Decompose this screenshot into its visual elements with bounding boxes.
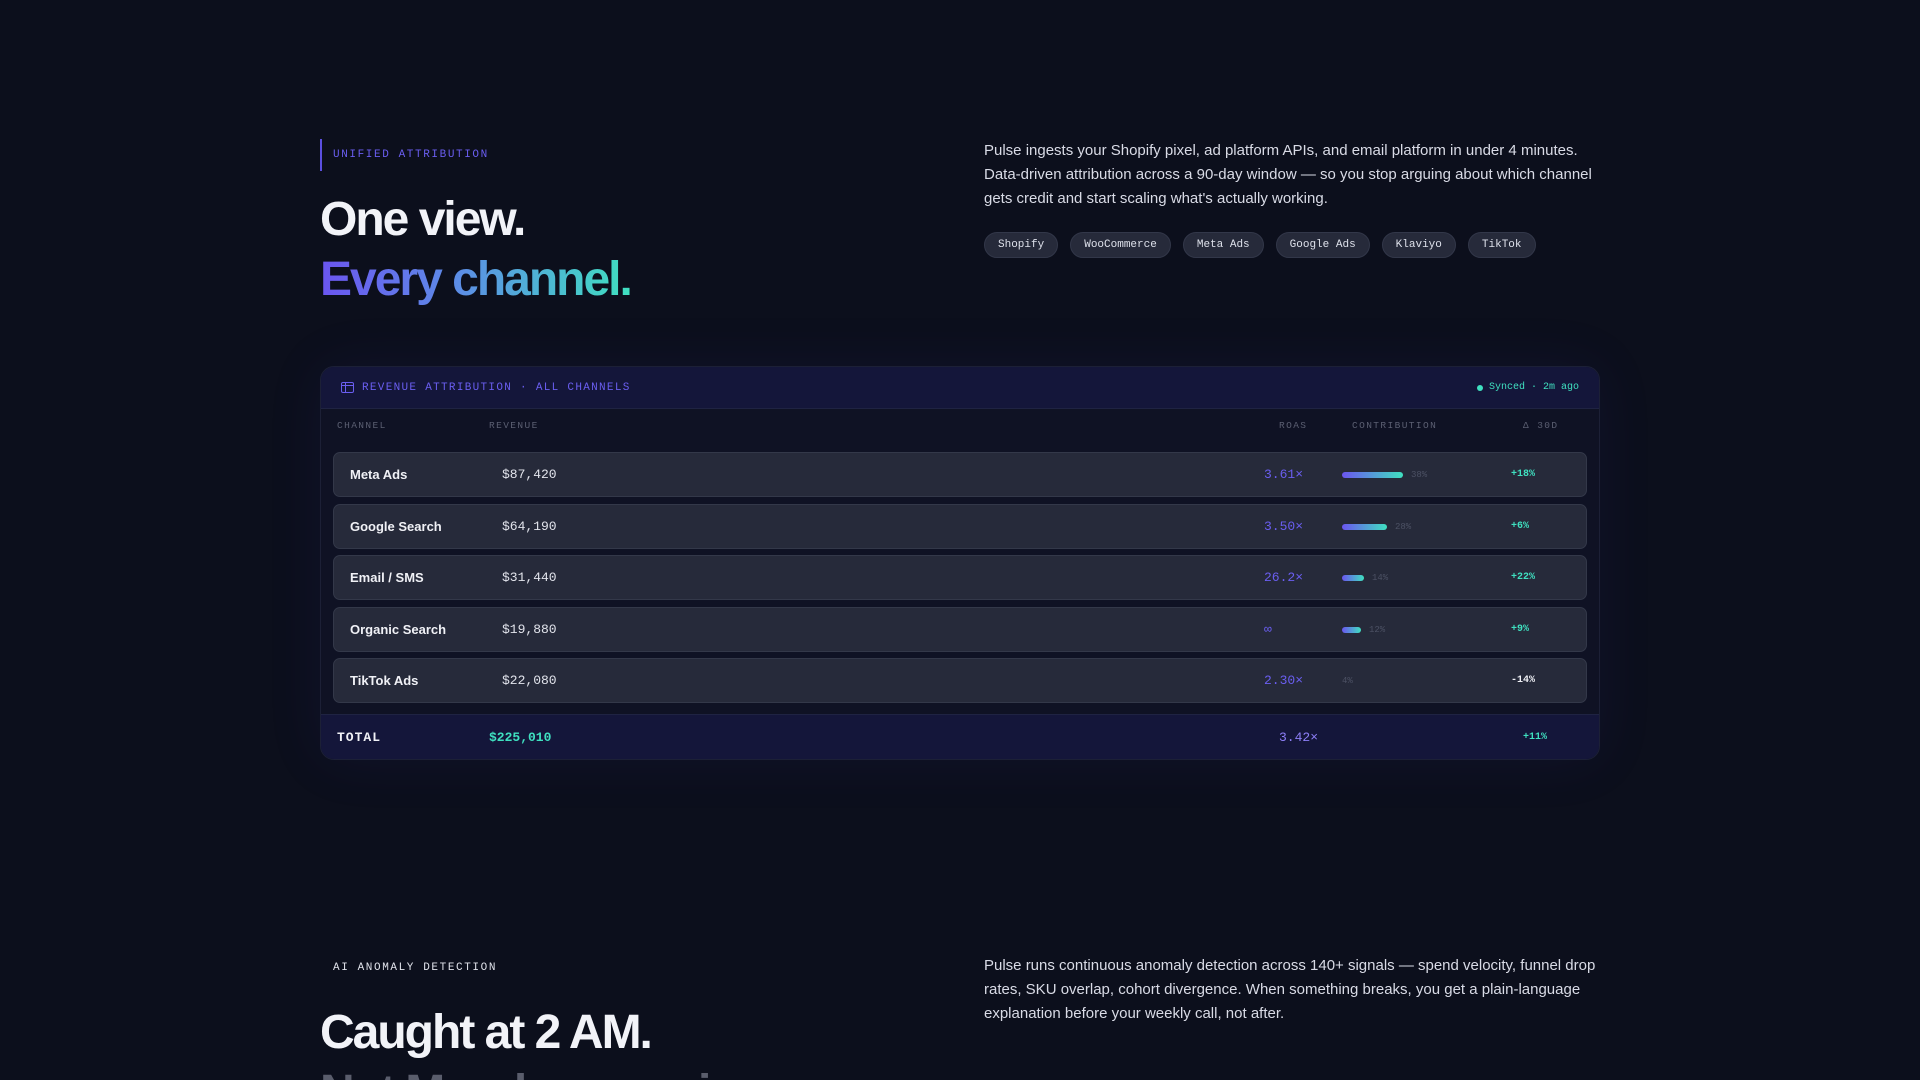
row-delta: +22% — [1511, 572, 1536, 583]
row-delta: +6% — [1511, 521, 1530, 532]
contribution-label: 4% — [1342, 675, 1353, 686]
chip-shopify[interactable]: Shopify — [984, 232, 1059, 258]
contribution-label: 28% — [1395, 521, 1412, 532]
row-delta: +18% — [1511, 469, 1536, 480]
total-label: TOTAL — [337, 729, 382, 745]
row-channel: Organic Search — [350, 622, 447, 637]
row-channel: TikTok Ads — [350, 673, 419, 688]
row-revenue: $64,190 — [502, 519, 557, 534]
row-contribution: 28% — [1342, 505, 1411, 548]
row-delta: -14% — [1511, 675, 1536, 686]
col-header-roas[interactable]: ROAS — [1279, 420, 1307, 431]
total-delta: +11% — [1523, 731, 1548, 743]
table-header: CHANNEL REVENUE ROAS CONTRIBUTION Δ 30D — [321, 409, 1599, 441]
contribution-bar — [1342, 471, 1403, 478]
table-row[interactable]: Meta Ads $87,420 3.61× 38% +18% — [333, 452, 1587, 497]
card-title-text: REVENUE ATTRIBUTION · ALL CHANNELS — [362, 381, 631, 394]
contribution-label: 38% — [1411, 469, 1428, 480]
contribution-label: 12% — [1369, 624, 1386, 635]
section2-description: Pulse runs continuous anomaly detection … — [984, 957, 1596, 1022]
section-eyebrow-anomaly: AI ANOMALY DETECTION — [333, 962, 498, 974]
row-channel: Email / SMS — [350, 570, 424, 585]
row-roas: ∞ — [1264, 622, 1272, 637]
row-roas: 3.61× — [1264, 467, 1304, 482]
integration-chip-list: Shopify WooCommerce Meta Ads Google Ads … — [984, 232, 1536, 258]
card-header: REVENUE ATTRIBUTION · ALL CHANNELS Synce… — [321, 367, 1599, 409]
row-contribution: 38% — [1342, 453, 1427, 496]
row-delta: +9% — [1511, 624, 1530, 635]
contribution-bar — [1342, 574, 1364, 581]
row-roas: 3.50× — [1264, 519, 1304, 534]
row-revenue: $19,880 — [502, 622, 557, 637]
contribution-bar — [1342, 626, 1361, 633]
row-channel: Meta Ads — [350, 467, 408, 482]
section2-subtitle: Not Monday morning. — [320, 1063, 777, 1080]
total-roas: 3.42× — [1279, 729, 1319, 745]
table-total-row: TOTAL $225,010 3.42× +11% — [321, 714, 1599, 759]
col-header-channel[interactable]: CHANNEL — [337, 420, 387, 431]
chip-google-ads[interactable]: Google Ads — [1275, 232, 1370, 258]
contribution-bar — [1342, 523, 1387, 530]
col-header-revenue[interactable]: REVENUE — [489, 420, 539, 431]
section-title: One view. — [320, 193, 526, 246]
section-description: Pulse ingests your Shopify pixel, ad pla… — [984, 142, 1592, 207]
table-icon — [341, 382, 354, 393]
sync-status-dot-icon — [1476, 384, 1483, 391]
row-revenue: $31,440 — [502, 570, 557, 585]
chip-tiktok[interactable]: TikTok — [1467, 232, 1536, 258]
table-row[interactable]: Organic Search $19,880 ∞ 12% +9% — [333, 607, 1587, 652]
row-contribution: 14% — [1342, 556, 1388, 599]
row-channel: Google Search — [350, 519, 442, 534]
chip-woocommerce[interactable]: WooCommerce — [1070, 232, 1171, 258]
sync-status-text: Synced · 2m ago — [1488, 382, 1579, 393]
row-contribution: 4% — [1342, 659, 1353, 702]
total-revenue: $225,010 — [489, 729, 552, 745]
contribution-label: 14% — [1372, 572, 1389, 583]
card-title: REVENUE ATTRIBUTION · ALL CHANNELS — [341, 382, 631, 394]
table-row[interactable]: TikTok Ads $22,080 2.30× 4% -14% — [333, 658, 1587, 703]
chip-meta-ads[interactable]: Meta Ads — [1182, 232, 1264, 258]
row-revenue: $87,420 — [502, 467, 557, 482]
revenue-attribution-card: REVENUE ATTRIBUTION · ALL CHANNELS Synce… — [320, 366, 1600, 760]
section-title-gradient: Every channel. — [320, 250, 633, 310]
row-roas: 2.30× — [1264, 673, 1304, 688]
section2-title: Caught at 2 AM. — [320, 1006, 653, 1059]
table-row[interactable]: Email / SMS $31,440 26.2× 14% +22% — [333, 555, 1587, 600]
col-header-delta[interactable]: Δ 30D — [1523, 420, 1559, 431]
section-eyebrow-attribution: UNIFIED ATTRIBUTION — [320, 139, 489, 171]
col-header-contribution[interactable]: CONTRIBUTION — [1352, 420, 1437, 431]
sync-status: Synced · 2m ago — [1476, 382, 1579, 393]
row-contribution: 12% — [1342, 608, 1385, 651]
row-roas: 26.2× — [1264, 570, 1304, 585]
table-row[interactable]: Google Search $64,190 3.50× 28% +6% — [333, 504, 1587, 549]
chip-klaviyo[interactable]: Klaviyo — [1381, 232, 1456, 258]
row-revenue: $22,080 — [502, 673, 557, 688]
